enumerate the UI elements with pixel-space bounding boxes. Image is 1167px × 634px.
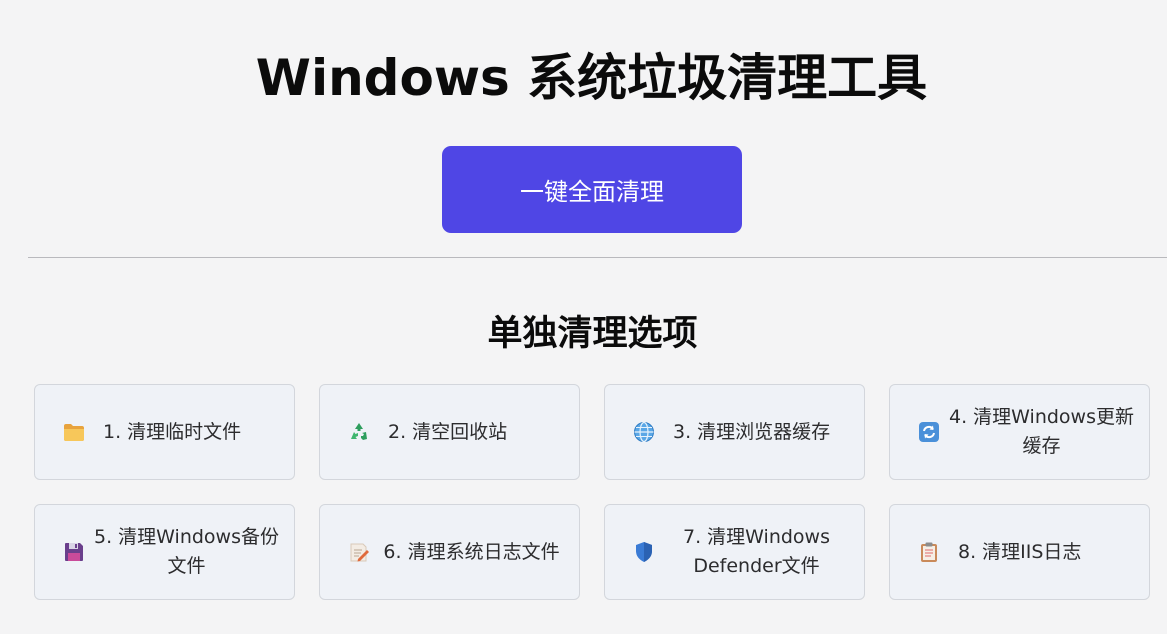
section-title: 单独清理选项 bbox=[487, 314, 698, 354]
globe-icon bbox=[633, 421, 655, 443]
clipboard-icon bbox=[918, 541, 940, 563]
option-windows-defender-button[interactable]: 7. 清理Windows Defender文件 bbox=[604, 504, 865, 600]
option-temp-files-button[interactable]: 1. 清理临时文件 bbox=[34, 384, 295, 480]
refresh-icon bbox=[918, 421, 940, 443]
option-system-logs-button[interactable]: 6. 清理系统日志文件 bbox=[319, 504, 580, 600]
page-title: Windows 系统垃圾清理工具 bbox=[255, 49, 928, 107]
divider bbox=[28, 257, 1167, 258]
full-clean-button[interactable]: 一键全面清理 bbox=[442, 146, 742, 233]
option-label: 7. 清理Windows Defender文件 bbox=[683, 526, 830, 577]
option-label: 2. 清空回收站 bbox=[388, 420, 508, 443]
folder-icon bbox=[63, 421, 85, 443]
option-windows-update-cache-button[interactable]: 4. 清理Windows更新缓存 bbox=[889, 384, 1150, 480]
option-label: 6. 清理系统日志文件 bbox=[383, 540, 560, 563]
option-label: 5. 清理Windows备份文件 bbox=[94, 526, 279, 577]
shield-icon bbox=[633, 541, 655, 563]
option-label: 4. 清理Windows更新缓存 bbox=[949, 406, 1134, 457]
floppy-disk-icon bbox=[63, 541, 85, 563]
option-label: 1. 清理临时文件 bbox=[103, 420, 242, 443]
option-label: 3. 清理浏览器缓存 bbox=[673, 420, 831, 443]
option-label: 8. 清理IIS日志 bbox=[958, 540, 1082, 563]
recycle-icon bbox=[348, 421, 370, 443]
option-iis-logs-button[interactable]: 8. 清理IIS日志 bbox=[889, 504, 1150, 600]
option-windows-backup-button[interactable]: 5. 清理Windows备份文件 bbox=[34, 504, 295, 600]
memo-icon bbox=[348, 541, 370, 563]
option-browser-cache-button[interactable]: 3. 清理浏览器缓存 bbox=[604, 384, 865, 480]
option-recycle-bin-button[interactable]: 2. 清空回收站 bbox=[319, 384, 580, 480]
clean-options-grid: 1. 清理临时文件 2. 清空回收站 3. 清理浏览器缓存 4. 清理Windo… bbox=[34, 384, 1151, 600]
